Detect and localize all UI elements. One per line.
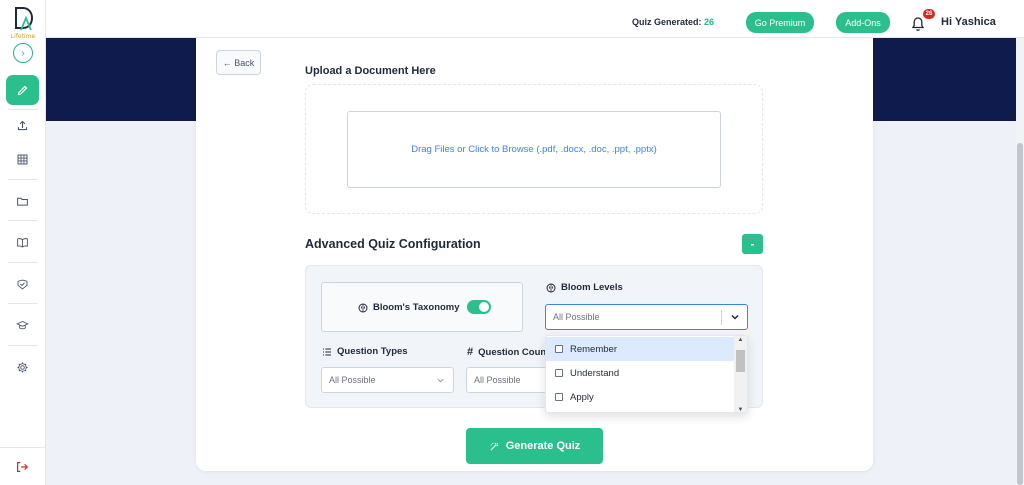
notification-badge: 26: [923, 9, 935, 19]
top-bar: Quiz Generated: 26 Go Premium Add-Ons 26…: [46, 0, 1024, 38]
magic-wand-icon: [490, 442, 498, 451]
collapse-config-button[interactable]: -: [742, 234, 763, 254]
sidebar-item-folder[interactable]: [6, 186, 39, 216]
sidebar-item-badge[interactable]: [6, 269, 39, 299]
dropdown-scroll-thumb[interactable]: [736, 350, 745, 372]
add-ons-button[interactable]: Add-Ons: [836, 12, 890, 33]
file-dropzone[interactable]: Drag Files or Click to Browse (.pdf, .do…: [347, 111, 721, 188]
checkbox[interactable]: [555, 393, 563, 401]
blooms-taxonomy-box: Bloom's Taxonomy: [321, 282, 523, 332]
grid-icon: [17, 154, 28, 164]
pencil-icon: [17, 85, 28, 95]
scroll-up-icon[interactable]: ▲: [736, 337, 745, 343]
divider: [8, 220, 38, 221]
divider: [0, 447, 46, 448]
bloom-levels-dropdown: Remember Understand Apply ▲ ▼: [545, 335, 748, 413]
bloom-levels-value: All Possible: [553, 312, 600, 322]
generate-quiz-label: Generate Quiz: [505, 440, 581, 452]
quiz-generated-label: Quiz Generated:: [632, 17, 702, 27]
divider: [8, 179, 38, 180]
sidebar: Lifetime ›: [0, 0, 46, 485]
bloom-levels-select[interactable]: All Possible: [545, 304, 748, 330]
badge-icon: [17, 279, 28, 290]
sidebar-item-library[interactable]: [6, 227, 39, 257]
quiz-generated-count: 26: [704, 17, 715, 27]
bloom-option-apply[interactable]: Apply: [546, 385, 735, 409]
bloom-option-understand[interactable]: Understand: [546, 361, 735, 385]
folder-icon: [17, 197, 28, 206]
option-label: Apply: [570, 391, 594, 403]
question-types-label: Question Types: [337, 346, 408, 357]
divider: [8, 345, 38, 346]
sidebar-item-upload[interactable]: [6, 110, 39, 140]
sidebar-item-grid[interactable]: [6, 144, 39, 174]
checkbox[interactable]: [555, 369, 563, 377]
graduation-cap-icon: [16, 320, 29, 329]
question-types-label-group: Question Types: [322, 346, 408, 357]
bloom-levels-label-group: Bloom Levels: [546, 282, 623, 293]
plan-badge: Lifetime: [10, 33, 36, 40]
hash-icon: #: [467, 346, 474, 358]
question-count-label: Question Count: [478, 346, 547, 358]
list-icon: [323, 348, 331, 355]
go-premium-button[interactable]: Go Premium: [746, 12, 814, 33]
blooms-taxonomy-toggle[interactable]: [467, 300, 491, 314]
quiz-generated-counter: Quiz Generated: 26: [632, 17, 714, 27]
question-count-label-group: # Question Count: [467, 346, 547, 358]
app-logo[interactable]: [12, 6, 36, 32]
upload-section-title: Upload a Document Here: [305, 65, 436, 77]
generate-quiz-button[interactable]: Generate Quiz: [466, 428, 603, 464]
upload-icon: [17, 120, 28, 130]
question-types-select[interactable]: All Possible: [321, 367, 454, 393]
chevron-down-icon[interactable]: [729, 311, 741, 323]
chevron-down-icon: [437, 378, 444, 383]
advanced-config-title: Advanced Quiz Configuration: [305, 237, 481, 251]
blooms-taxonomy-label: Bloom's Taxonomy: [373, 302, 460, 313]
dropdown-scrollbar[interactable]: ▲ ▼: [734, 336, 747, 412]
question-types-value: All Possible: [329, 375, 376, 385]
brain-icon: [358, 303, 368, 312]
brain-icon: [546, 283, 556, 292]
option-label: Understand: [570, 367, 620, 379]
scroll-down-icon[interactable]: ▼: [736, 407, 745, 412]
checkbox[interactable]: [555, 345, 563, 353]
chevron-right-icon: ›: [21, 47, 25, 59]
back-button[interactable]: ← Back: [216, 50, 261, 75]
divider: [8, 303, 38, 304]
blooms-taxonomy-label-group: Bloom's Taxonomy: [358, 302, 460, 313]
bloom-levels-label: Bloom Levels: [561, 282, 623, 293]
question-count-value: All Possible: [474, 375, 521, 385]
bloom-option-remember[interactable]: Remember: [546, 337, 735, 361]
sidebar-item-create-quiz[interactable]: [6, 75, 39, 105]
dropzone-text: Drag Files or Click to Browse (.pdf, .do…: [411, 144, 657, 155]
select-separator: [721, 310, 722, 325]
quiz-builder-card: ← Back Upload a Document Here Drag Files…: [196, 38, 873, 471]
page-scroll-thumb[interactable]: [1017, 143, 1023, 485]
user-greeting[interactable]: Hi Yashica: [941, 16, 996, 28]
expand-sidebar-button[interactable]: ›: [13, 43, 33, 63]
toggle-knob: [479, 302, 489, 312]
option-label: Remember: [570, 343, 617, 355]
logout-icon[interactable]: [15, 460, 29, 474]
book-icon: [17, 237, 28, 248]
sidebar-item-learning[interactable]: [6, 310, 39, 340]
sidebar-item-settings[interactable]: [6, 352, 39, 382]
divider: [8, 262, 38, 263]
settings-icon: [17, 361, 28, 373]
